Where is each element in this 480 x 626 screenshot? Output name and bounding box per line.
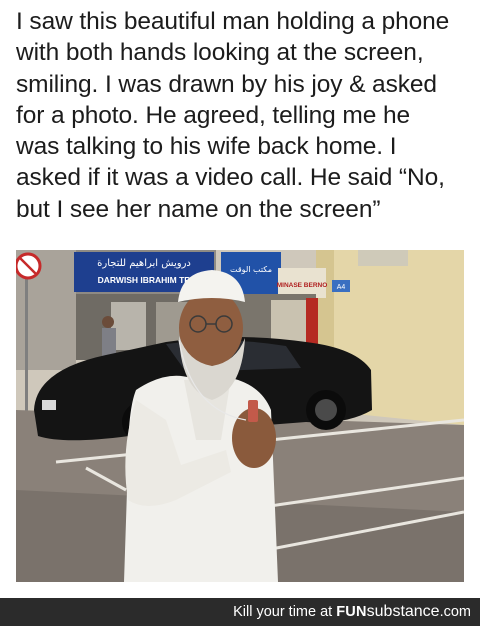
post-photo: درويش ابراهيم للتجارة DARWISH IBRAHIM TR… [16, 250, 464, 582]
street-sign-text: A4 [337, 284, 346, 291]
shop-sign-arabic: درويش ابراهيم للتجارة [97, 258, 191, 269]
shop-sign-2: مكتب الوقت [230, 265, 272, 274]
phone [248, 400, 258, 422]
footer-bar: Kill your time at FUNsubstance.com [0, 598, 480, 626]
footer-watermark: Kill your time at FUNsubstance.com [233, 603, 471, 621]
footer-lead: Kill your time at [233, 604, 337, 620]
shop-sign-3: MINASE BERNO [277, 282, 328, 289]
shop-sign-english: DARWISH IBRAHIM TR [98, 275, 191, 285]
footer-brand-com: .com [439, 604, 471, 620]
footer-brand-substance: substance [366, 603, 440, 620]
post-caption: I saw this beautiful man holding a phone… [16, 8, 450, 223]
footer-brand-fun: FUN [336, 604, 367, 620]
